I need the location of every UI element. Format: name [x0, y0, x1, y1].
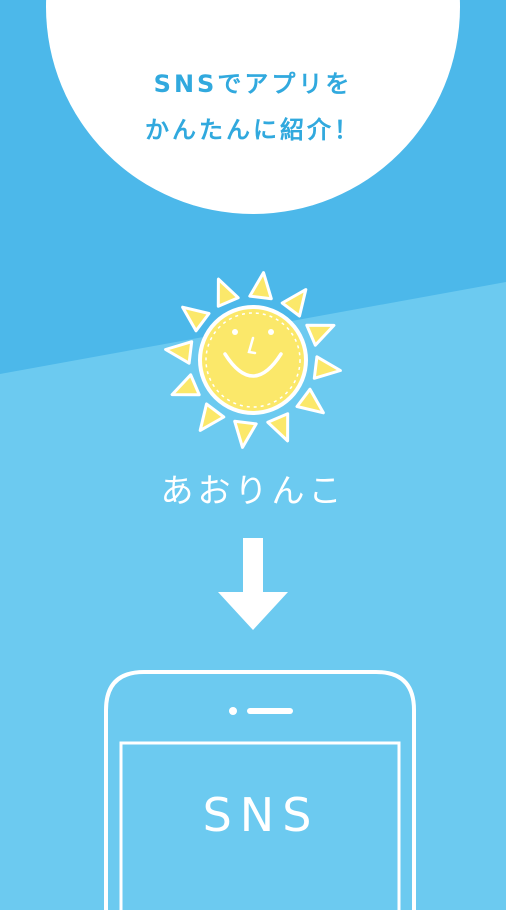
smiling-sun-icon [164, 271, 342, 449]
sun-ray [266, 412, 290, 443]
app-name: あおりんこ [160, 471, 346, 510]
sun-ray [295, 387, 325, 415]
tagline-line-1: SNSでアプリを [153, 70, 353, 98]
sun-ray [233, 419, 258, 449]
sun-left-eye [232, 329, 238, 335]
sun-ray [198, 402, 226, 432]
arrow-down-icon [218, 538, 288, 630]
phone-camera [229, 707, 237, 715]
sun-ray [170, 373, 201, 397]
phone-speaker [247, 708, 293, 714]
sun-ray [164, 340, 194, 365]
sun-ray [312, 355, 342, 380]
sun-ray [305, 323, 336, 347]
sun-ray [181, 305, 211, 333]
tagline-line-2: かんたんに紹介！ [145, 116, 361, 144]
sun-ray [280, 288, 308, 318]
phone-screen-text: SNS [202, 788, 320, 842]
sun-ray [216, 277, 240, 308]
sun-ray [248, 271, 273, 301]
sun-right-eye [268, 329, 274, 335]
